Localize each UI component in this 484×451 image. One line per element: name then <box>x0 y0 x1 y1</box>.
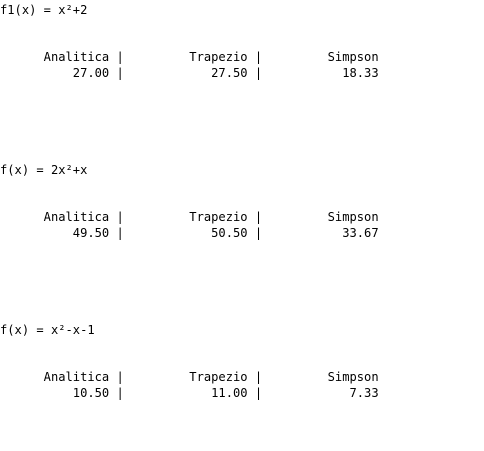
function-title: f(x) = 2x²+x <box>0 163 88 177</box>
table-values-row: 27.00 | 27.50 | 18.33 <box>0 66 379 80</box>
table-header-row: Analitica | Trapezio | Simpson <box>0 50 379 64</box>
table-header-row: Analitica | Trapezio | Simpson <box>0 210 379 224</box>
table-values-row: 10.50 | 11.00 | 7.33 <box>0 386 379 400</box>
table-header-row: Analitica | Trapezio | Simpson <box>0 370 379 384</box>
console-output: f1(x) = x²+2 Analitica | Trapezio | Simp… <box>0 0 484 451</box>
function-title: f(x) = x²-x-1 <box>0 323 95 337</box>
table-values-row: 49.50 | 50.50 | 33.67 <box>0 226 379 240</box>
function-title: f1(x) = x²+2 <box>0 3 88 17</box>
